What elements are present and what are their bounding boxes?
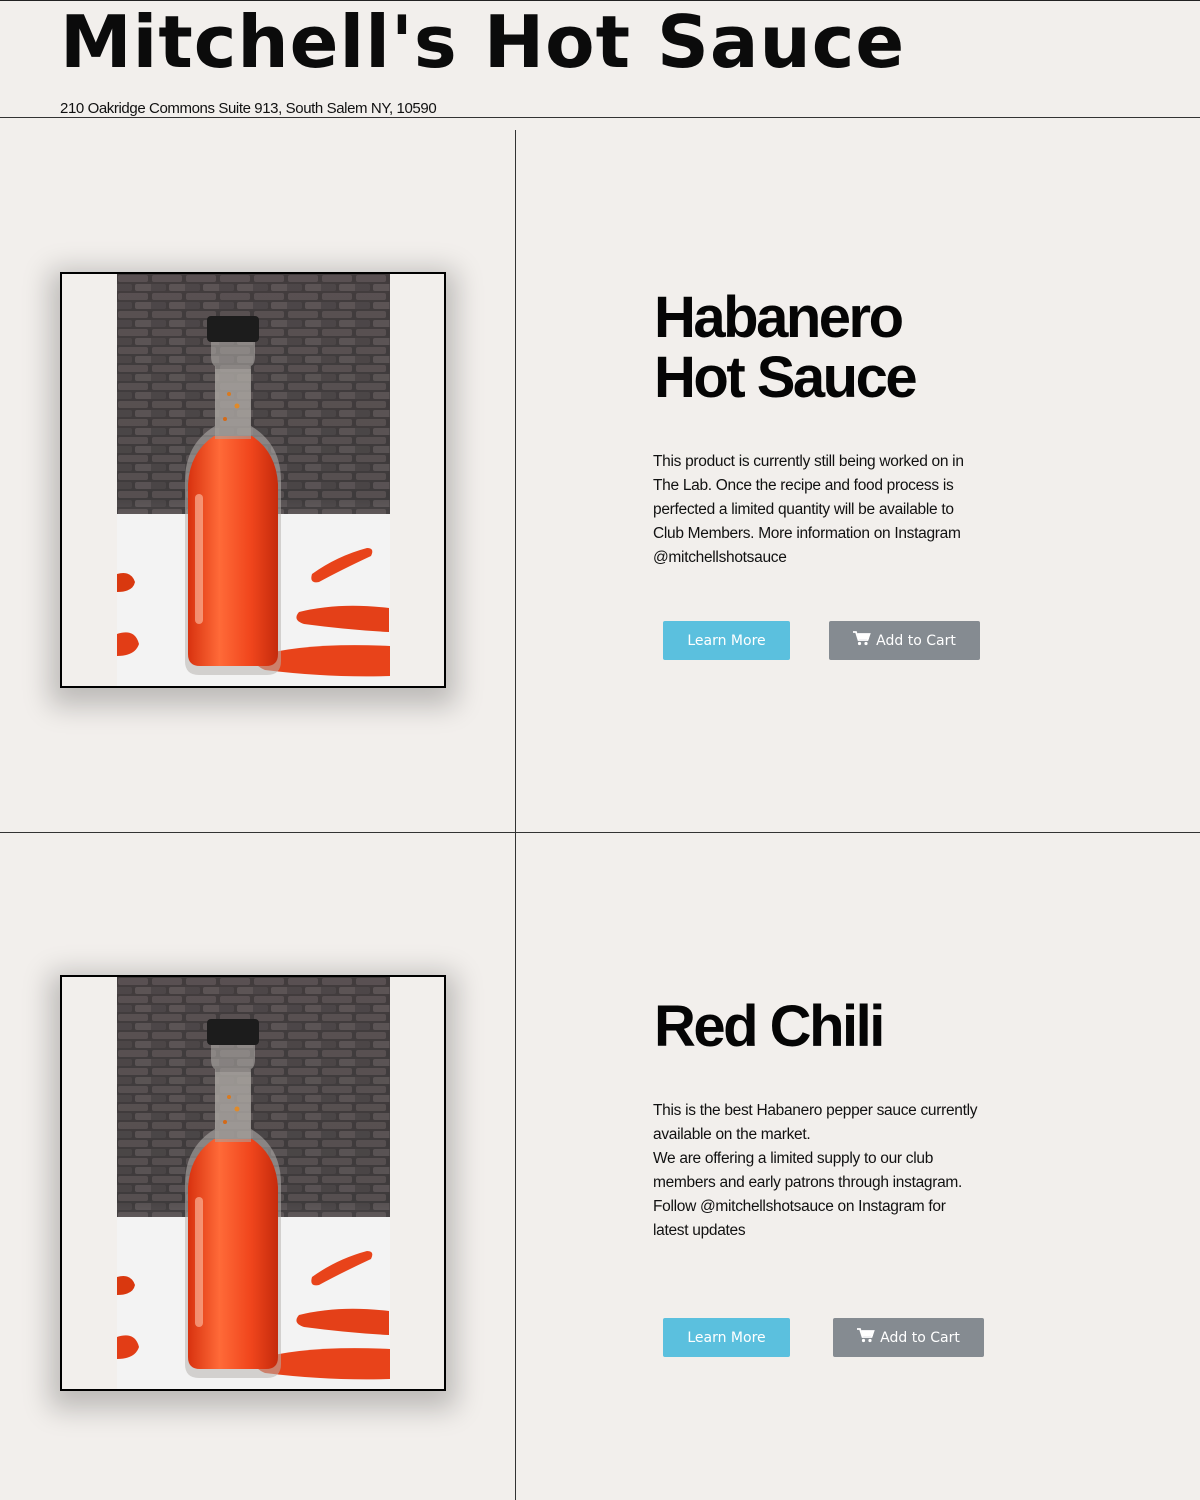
hot-sauce-bottle-photo [62,977,444,1389]
product-title-line: Habanero [654,285,904,350]
learn-more-button[interactable]: Learn More [663,621,790,660]
description-line: members and early patrons through instag… [653,1174,963,1191]
description-line: This is the best Habanero pepper sauce c… [653,1102,978,1119]
description-line: available on the market. [653,1126,811,1143]
product-title-line: Red Chili [654,994,885,1059]
add-to-cart-button[interactable]: Add to Cart [829,621,980,660]
description-line: perfected a limited quantity will be ava… [653,501,954,518]
site-address: 210 Oakridge Commons Suite 913, South Sa… [60,100,437,117]
product-title: Habanero Hot Sauce [654,285,918,410]
column-divider [515,130,516,1500]
shopping-cart-icon [853,631,871,650]
hot-sauce-bottle-photo [62,274,444,686]
description-line: @mitchellshotsauce [653,549,787,566]
description-line: This product is currently still being wo… [653,453,964,470]
product-title-line: Hot Sauce [654,345,918,410]
site-title: Mitchell's Hot Sauce [60,0,906,84]
shopping-cart-icon [857,1328,875,1347]
add-to-cart-button[interactable]: Add to Cart [833,1318,984,1357]
learn-more-button[interactable]: Learn More [663,1318,790,1357]
product-title: Red Chili [654,994,885,1059]
description-line: Follow @mitchellshotsauce on Instagram f… [653,1198,946,1215]
description-line: Club Members. More information on Instag… [653,525,961,542]
description-line: The Lab. Once the recipe and food proces… [653,477,954,494]
section-divider [0,832,1200,833]
add-to-cart-label: Add to Cart [876,632,956,649]
add-to-cart-label: Add to Cart [880,1329,960,1346]
description-line: latest updates [653,1222,746,1239]
header-divider [0,117,1200,118]
product-description: This product is currently still being wo… [653,450,998,570]
description-line: We are offering a limited supply to our … [653,1150,934,1167]
product-image-red-chili [60,975,446,1391]
product-image-habanero [60,272,446,688]
product-description: This is the best Habanero pepper sauce c… [653,1099,998,1243]
